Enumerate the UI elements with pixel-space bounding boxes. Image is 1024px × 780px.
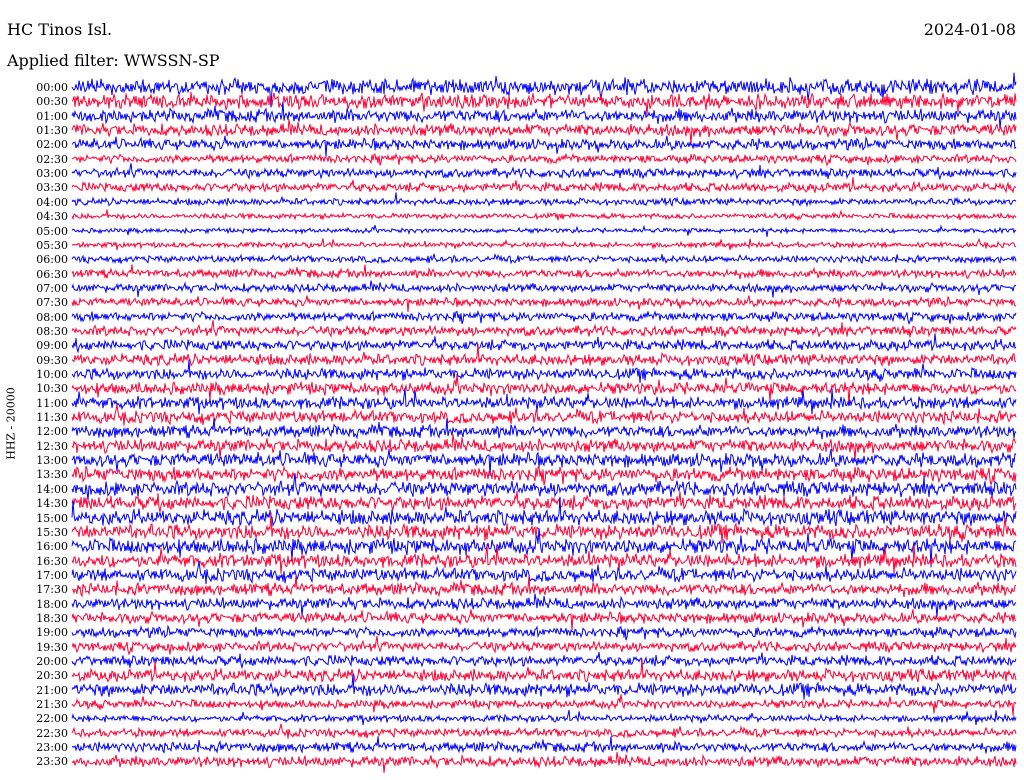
- trace-2230: [71, 723, 1017, 739]
- trace-0230: [71, 152, 1017, 167]
- trace-0300: [71, 163, 1017, 181]
- trace-1500: [71, 496, 1017, 528]
- trace-2330: [71, 752, 1017, 773]
- trace-0700: [71, 280, 1017, 298]
- trace-0900: [71, 333, 1017, 354]
- trace-0630: [71, 264, 1017, 280]
- seismogram-plot: [71, 72, 1017, 773]
- trace-0430: [71, 209, 1017, 222]
- trace-1830: [71, 609, 1017, 631]
- trace-1800: [71, 593, 1017, 617]
- trace-1930: [71, 635, 1017, 656]
- trace-0600: [71, 253, 1017, 265]
- trace-1900: [71, 624, 1017, 641]
- trace-0530: [71, 237, 1017, 251]
- trace-0500: [71, 224, 1017, 237]
- trace-2200: [71, 709, 1017, 726]
- trace-1330: [71, 465, 1017, 486]
- trace-0130: [71, 119, 1017, 145]
- trace-0730: [71, 295, 1017, 312]
- trace-2300: [71, 736, 1017, 754]
- trace-0200: [71, 135, 1017, 157]
- trace-2000: [71, 652, 1017, 670]
- trace-1730: [71, 575, 1017, 598]
- trace-1430: [71, 491, 1017, 513]
- trace-0330: [71, 177, 1017, 194]
- trace-0930: [71, 344, 1016, 368]
- trace-0830: [71, 320, 1017, 339]
- trace-2130: [71, 694, 1017, 716]
- trace-1200: [71, 418, 1017, 440]
- trace-0400: [71, 192, 1017, 208]
